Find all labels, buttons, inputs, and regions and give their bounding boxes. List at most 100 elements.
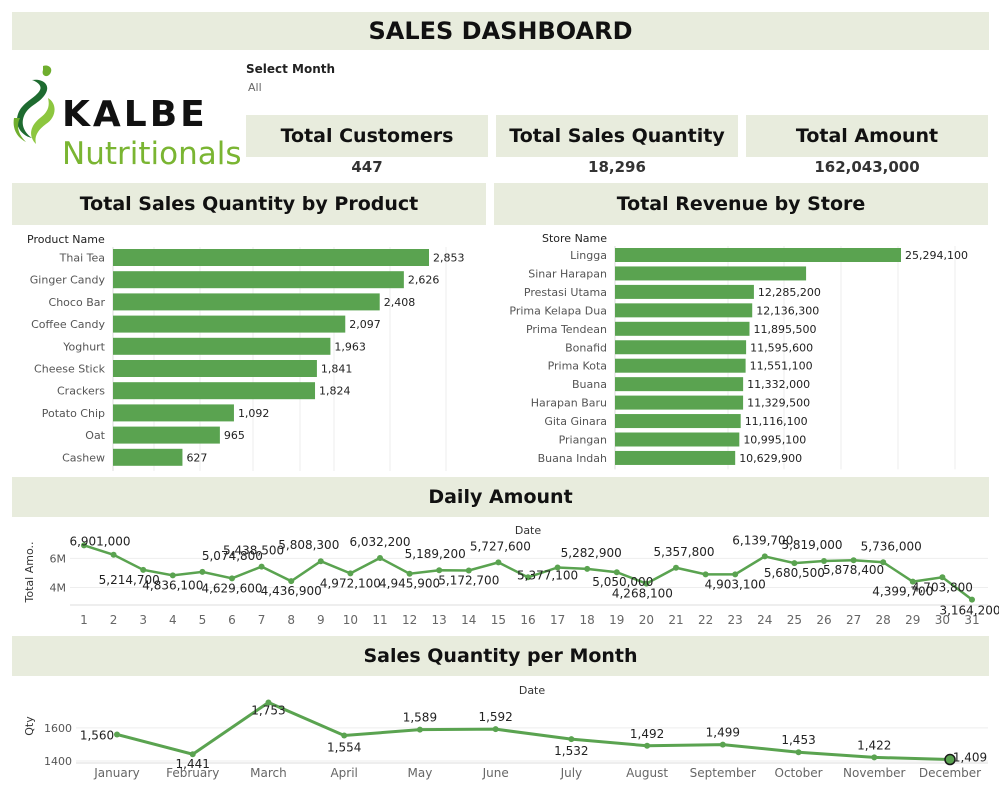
- monthly-x-tick: July: [560, 766, 583, 780]
- store-category-label: Bonafid: [565, 341, 607, 354]
- daily-data-label: 6,032,200: [349, 535, 410, 549]
- daily-x-tick: 27: [846, 613, 861, 627]
- store-bar: [615, 266, 807, 281]
- monthly-data-label: 1,492: [630, 727, 664, 741]
- daily-x-tick: 21: [668, 613, 683, 627]
- daily-data-label: 4,836,100: [142, 578, 203, 592]
- daily-x-tick: 11: [372, 613, 387, 627]
- daily-point: [969, 596, 975, 603]
- daily-x-tick: 24: [757, 613, 772, 627]
- store-bar: [615, 321, 750, 336]
- daily-data-label: 5,878,400: [823, 563, 884, 577]
- monthly-data-label: 1,560: [80, 728, 114, 742]
- product-value-label: 1,841: [321, 363, 353, 376]
- store-bar: [615, 395, 744, 410]
- daily-data-label: 4,629,600: [201, 581, 262, 595]
- store-category-label: Buana Indah: [538, 452, 607, 465]
- daily-point: [110, 551, 117, 558]
- daily-data-label: 5,819,000: [781, 538, 842, 552]
- daily-data-label: 5,282,900: [561, 546, 622, 560]
- daily-x-tick: 26: [816, 613, 831, 627]
- daily-data-label: 5,172,700: [438, 573, 499, 587]
- product-value-label: 965: [224, 429, 245, 442]
- store-value-label: 10,629,900: [739, 452, 802, 465]
- monthly-point: [114, 731, 120, 738]
- daily-data-label: 5,357,800: [653, 545, 714, 559]
- daily-point: [584, 565, 591, 572]
- daily-y-tick: 6M: [50, 552, 67, 565]
- product-category-label: Crackers: [57, 385, 105, 398]
- daily-x-tick: 1: [80, 613, 88, 627]
- product-bar: [113, 404, 234, 422]
- monthly-data-label: 1,554: [327, 740, 361, 754]
- daily-x-tick: 17: [550, 613, 565, 627]
- daily-x-tick: 18: [580, 613, 595, 627]
- store-category-label: Gita Ginara: [544, 415, 607, 428]
- monthly-x-tick: April: [330, 766, 357, 780]
- store-value-label: 11,595,600: [750, 341, 813, 354]
- product-category-label: Thai Tea: [59, 252, 105, 265]
- store-value-label: 10,995,100: [743, 434, 806, 447]
- daily-y-tick: 4M: [50, 581, 67, 594]
- store-bar: [615, 303, 753, 318]
- product-bar: [113, 337, 331, 355]
- product-value-label: 2,408: [384, 296, 416, 309]
- monthly-y-tick: 1600: [44, 722, 72, 735]
- product-bar-chart: Product Name Thai Tea 2,853 Ginger Candy 2,6…: [23, 232, 999, 780]
- daily-x-tick: 14: [461, 613, 476, 627]
- daily-x-tick: 12: [402, 613, 417, 627]
- daily-data-label: 5,377,100: [517, 568, 578, 582]
- daily-x-tick: 19: [609, 613, 624, 627]
- product-bar: [113, 382, 316, 400]
- store-category-label: Lingga: [570, 249, 607, 262]
- daily-x-title: Date: [515, 524, 542, 537]
- monthly-x-tick: September: [690, 766, 756, 780]
- product-category-label: Potato Chip: [42, 407, 105, 420]
- store-value-label: 11,116,100: [745, 415, 808, 428]
- monthly-x-tick: May: [408, 766, 433, 780]
- store-category-label: Prima Tendean: [526, 323, 607, 336]
- monthly-point: [341, 732, 348, 739]
- store-category-label: Prestasi Utama: [524, 286, 607, 299]
- product-value-label: 2,853: [433, 252, 465, 265]
- monthly-point: [416, 726, 423, 733]
- product-bar: [113, 249, 429, 266]
- monthly-data-label: 1,753: [251, 703, 285, 717]
- daily-x-tick: 4: [169, 613, 177, 627]
- monthly-point: [492, 726, 499, 733]
- store-value-label: 12,285,200: [758, 286, 821, 299]
- daily-x-tick: 28: [876, 613, 891, 627]
- daily-data-label: 3,164,200: [939, 604, 999, 618]
- product-bar: [113, 293, 380, 311]
- daily-x-tick: 5: [199, 613, 207, 627]
- store-category-label: Buana: [572, 378, 607, 391]
- product-category-label: Coffee Candy: [31, 318, 105, 331]
- store-bar: [615, 414, 741, 429]
- product-category-label: Cashew: [62, 451, 105, 464]
- daily-data-label: 6,901,000: [69, 534, 130, 548]
- daily-data-label: 4,972,100: [320, 576, 381, 590]
- daily-data-label: 5,808,300: [278, 538, 339, 552]
- daily-x-tick: 16: [520, 613, 535, 627]
- product-value-label: 1,092: [238, 407, 269, 420]
- store-value-label: 11,332,000: [747, 378, 810, 391]
- monthly-x-tick: November: [843, 766, 905, 780]
- monthly-x-tick: August: [626, 766, 668, 780]
- daily-x-tick: 25: [787, 613, 802, 627]
- product-category-label: Cheese Stick: [34, 363, 106, 376]
- daily-x-tick: 3: [139, 613, 147, 627]
- daily-data-label: 4,703,800: [912, 580, 973, 594]
- monthly-series-line: [116, 700, 951, 762]
- daily-data-label: 4,436,900: [261, 584, 322, 598]
- monthly-data-label: 1,499: [706, 726, 740, 740]
- store-bar: [615, 450, 736, 465]
- daily-point: [199, 568, 206, 575]
- store-axis-label: Store Name: [542, 232, 607, 245]
- product-category-label: Yoghurt: [62, 340, 105, 353]
- product-value-label: 2,097: [349, 318, 381, 331]
- monthly-data-label: 1,453: [781, 733, 815, 747]
- daily-point: [377, 554, 383, 561]
- monthly-point: [719, 741, 726, 748]
- store-bar: [615, 284, 754, 299]
- daily-x-tick: 20: [639, 613, 654, 627]
